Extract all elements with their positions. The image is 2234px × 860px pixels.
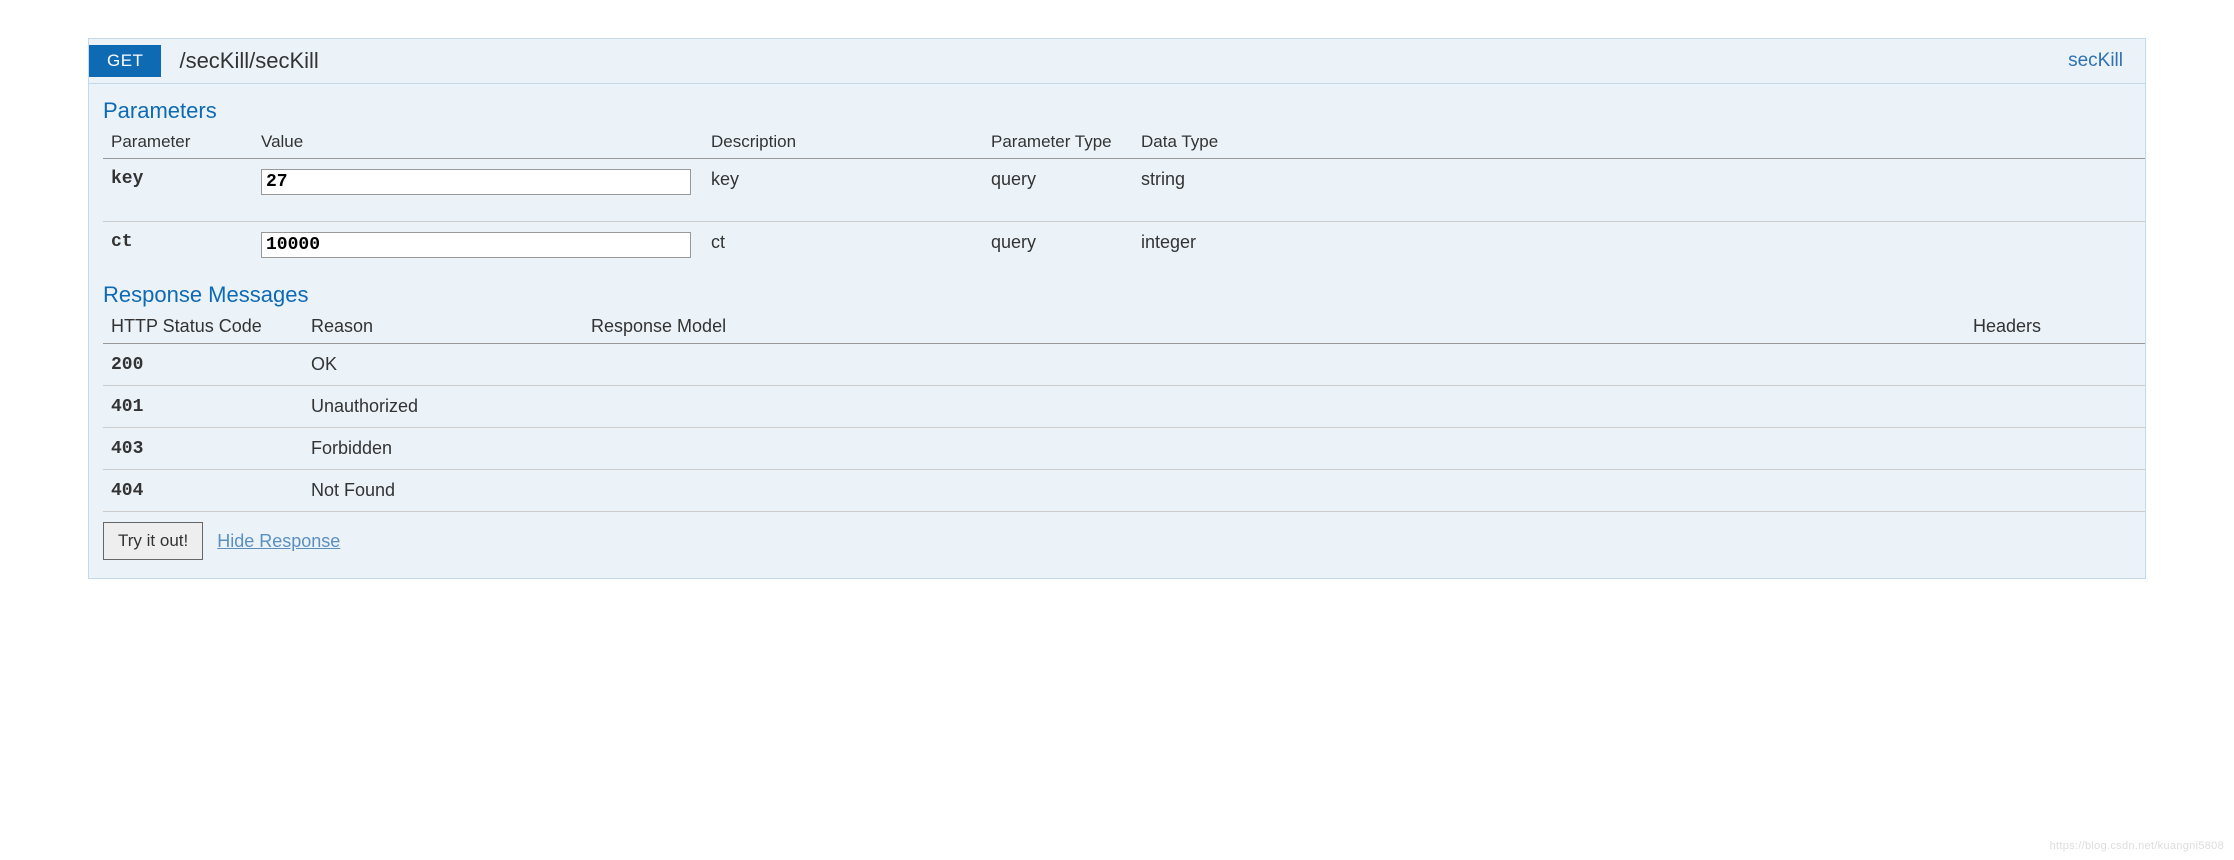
- param-value-input-key[interactable]: [261, 169, 691, 195]
- param-parameter-type: query: [983, 222, 1133, 269]
- param-name: key: [103, 159, 253, 222]
- table-row: ct ct query integer: [103, 222, 2145, 269]
- responses-title: Response Messages: [103, 282, 2145, 308]
- response-headers: [1965, 344, 2145, 386]
- response-model: [583, 344, 1965, 386]
- response-header-reason: Reason: [303, 312, 583, 344]
- table-row: 403 Forbidden: [103, 428, 2145, 470]
- reason: Forbidden: [303, 428, 583, 470]
- response-headers: [1965, 386, 2145, 428]
- param-header-value: Value: [253, 128, 703, 159]
- status-code: 200: [103, 344, 303, 386]
- http-method-badge: GET: [89, 45, 161, 77]
- operation-container: GET /secKill/secKill secKill Parameters …: [88, 38, 2146, 579]
- response-model: [583, 470, 1965, 512]
- status-code: 401: [103, 386, 303, 428]
- table-row: 401 Unauthorized: [103, 386, 2145, 428]
- table-row: key key query string: [103, 159, 2145, 222]
- response-headers: [1965, 470, 2145, 512]
- parameters-table: Parameter Value Description Parameter Ty…: [103, 128, 2145, 268]
- param-value-input-ct[interactable]: [261, 232, 691, 258]
- param-header-data-type: Data Type: [1133, 128, 2145, 159]
- response-model: [583, 386, 1965, 428]
- param-description: ct: [703, 222, 983, 269]
- param-description: key: [703, 159, 983, 222]
- reason: OK: [303, 344, 583, 386]
- param-header-description: Description: [703, 128, 983, 159]
- operation-content: Parameters Parameter Value Description P…: [89, 84, 2145, 578]
- param-parameter-type: query: [983, 159, 1133, 222]
- hide-response-link[interactable]: Hide Response: [217, 531, 340, 552]
- endpoint-path: /secKill/secKill: [179, 48, 2068, 74]
- response-header-model: Response Model: [583, 312, 1965, 344]
- parameters-title: Parameters: [103, 98, 2145, 124]
- status-code: 403: [103, 428, 303, 470]
- response-model: [583, 428, 1965, 470]
- response-header-headers: Headers: [1965, 312, 2145, 344]
- table-row: 404 Not Found: [103, 470, 2145, 512]
- param-data-type: integer: [1133, 222, 2145, 269]
- param-header-parameter: Parameter: [103, 128, 253, 159]
- status-code: 404: [103, 470, 303, 512]
- response-header-status: HTTP Status Code: [103, 312, 303, 344]
- operation-header[interactable]: GET /secKill/secKill secKill: [89, 39, 2145, 84]
- param-name: ct: [103, 222, 253, 269]
- table-row: 200 OK: [103, 344, 2145, 386]
- watermark: https://blog.csdn.net/kuangni5808: [2050, 840, 2224, 852]
- reason: Not Found: [303, 470, 583, 512]
- responses-table: HTTP Status Code Reason Response Model H…: [103, 312, 2145, 512]
- response-headers: [1965, 428, 2145, 470]
- actions-row: Try it out! Hide Response: [103, 522, 2145, 560]
- reason: Unauthorized: [303, 386, 583, 428]
- param-data-type: string: [1133, 159, 2145, 222]
- try-it-out-button[interactable]: Try it out!: [103, 522, 203, 560]
- param-header-parameter-type: Parameter Type: [983, 128, 1133, 159]
- tag-link[interactable]: secKill: [2068, 50, 2123, 72]
